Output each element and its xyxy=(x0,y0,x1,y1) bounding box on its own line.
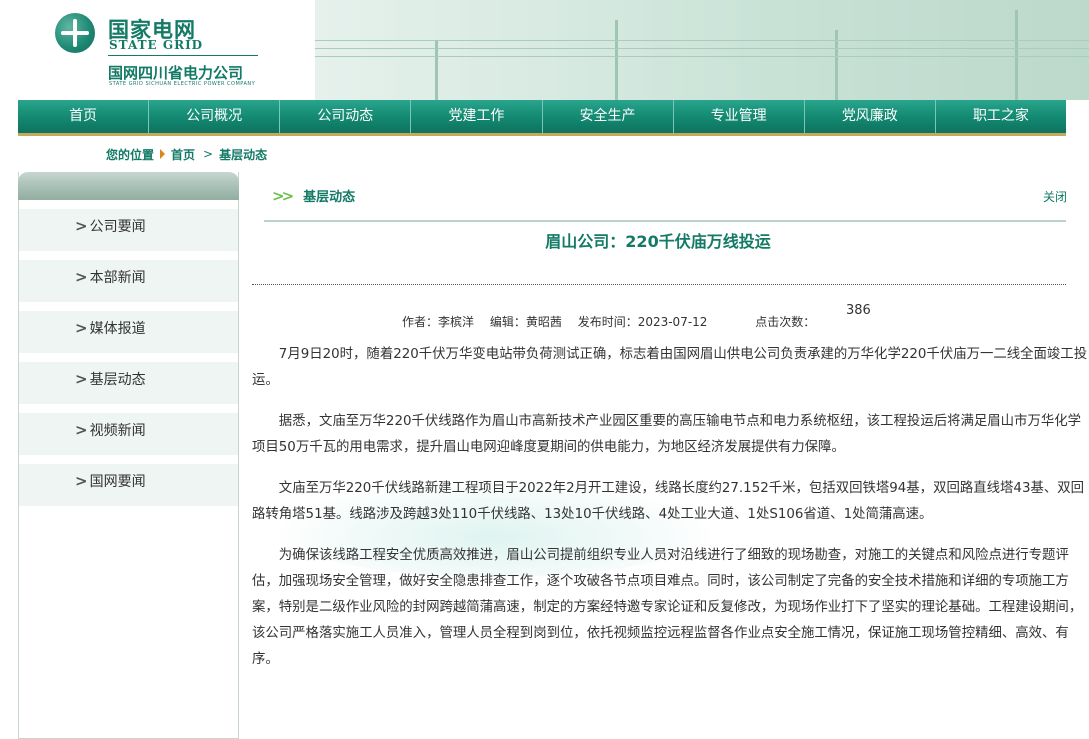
state-grid-logo[interactable]: 国家电网 STATE GRID 国网四川省电力公司 STATE GRID SIC… xyxy=(52,10,312,95)
sidebar-item-media-reports[interactable]: > 媒体报道 xyxy=(19,311,238,353)
breadcrumb-home[interactable]: 首页 xyxy=(171,146,195,163)
sidebar-item-label: 视频新闻 xyxy=(89,423,146,439)
chevron-right-icon: > xyxy=(75,472,88,490)
nav-integrity[interactable]: 党风廉政 xyxy=(805,100,936,133)
breadcrumb-current[interactable]: 基层动态 xyxy=(219,146,267,163)
meta-author: 作者：李槟洋 xyxy=(402,315,475,329)
chevron-right-icon: > xyxy=(75,421,88,439)
logo-en-text: STATE GRID xyxy=(109,38,204,52)
sidebar-item-grassroots-news[interactable]: > 基层动态 xyxy=(19,362,238,404)
nav-home[interactable]: 首页 xyxy=(18,100,150,133)
header-banner-graphic xyxy=(315,0,1089,100)
article-content: >> 基层动态 关闭 眉山公司：220千伏庙万线投运 作者：李槟洋 编辑：黄昭茜… xyxy=(250,172,1089,739)
meta-hits-label: 点击次数： xyxy=(755,315,816,329)
sidebar: > 公司要闻 > 本部新闻 > 媒体报道 > 基层动态 > 视频新闻 > 国网要… xyxy=(18,172,239,739)
company-name: 国网四川省电力公司 xyxy=(108,64,244,82)
article-paragraph: 据悉，文庙至万华220千伏线路作为眉山市高新技术产业园区重要的高压输电节点和电力… xyxy=(252,414,1082,455)
article-title: 眉山公司：220千伏庙万线投运 xyxy=(545,232,771,251)
sidebar-item-hq-news[interactable]: > 本部新闻 xyxy=(19,260,238,302)
sidebar-item-company-news[interactable]: > 公司要闻 xyxy=(19,209,238,251)
nav-staff-home[interactable]: 职工之家 xyxy=(936,100,1066,133)
chevron-right-icon: > xyxy=(203,147,214,161)
main-nav: 首页 公司概况 公司动态 党建工作 安全生产 专业管理 党风廉政 职工之家 xyxy=(18,100,1066,136)
article-paragraph: 7月9日20时，随着220千伏万华变电站带负荷测试正确，标志着由国网眉山供电公司… xyxy=(252,347,1088,388)
chevron-right-icon: > xyxy=(75,319,88,337)
sidebar-header xyxy=(18,172,239,200)
nav-company-news[interactable]: 公司动态 xyxy=(280,100,412,133)
close-link[interactable]: 关闭 xyxy=(1043,188,1067,205)
breadcrumb-label: 您的位置 xyxy=(106,147,155,162)
sidebar-item-sgcc-news[interactable]: > 国网要闻 xyxy=(19,464,238,506)
sidebar-item-label: 公司要闻 xyxy=(89,219,146,235)
article-meta: 作者：李槟洋 编辑：黄昭茜 发布时间：2023-07-12 点击次数： xyxy=(402,313,827,330)
sidebar-item-video-news[interactable]: > 视频新闻 xyxy=(19,413,238,455)
article-body: 7月9日20时，随着220千伏万华变电站带负荷测试正确，标志着由国网眉山供电公司… xyxy=(252,342,1089,688)
chevron-right-icon: > xyxy=(75,217,88,235)
article-paragraph: 文庙至万华220千伏线路新建工程项目于2022年2月开工建设，线路长度约27.1… xyxy=(252,481,1085,522)
chevron-right-icon: > xyxy=(75,268,88,286)
company-name-en: STATE GRID SICHUAN ELECTRIC POWER COMPAN… xyxy=(109,81,256,87)
title-divider xyxy=(252,284,1066,285)
meta-hits-value: 386 xyxy=(846,303,871,318)
sidebar-item-label: 本部新闻 xyxy=(89,270,146,286)
sidebar-item-label: 国网要闻 xyxy=(89,474,146,490)
section-title: 基层动态 xyxy=(303,190,356,205)
section-divider xyxy=(264,220,1066,222)
sidebar-item-label: 媒体报道 xyxy=(89,321,146,337)
nav-safety-production[interactable]: 安全生产 xyxy=(543,100,674,133)
nav-professional-management[interactable]: 专业管理 xyxy=(674,100,805,133)
state-grid-globe-icon xyxy=(55,13,95,53)
article-paragraph: 为确保该线路工程安全优质高效推进，眉山公司提前组织专业人员对沿线进行了细致的现场… xyxy=(252,548,1083,667)
section-header: >> 基层动态 xyxy=(272,186,356,206)
meta-editor: 编辑：黄昭茜 xyxy=(489,315,562,329)
chevron-right-icon: > xyxy=(75,370,88,388)
meta-date: 发布时间：2023-07-12 xyxy=(577,315,708,329)
arrow-right-icon xyxy=(160,149,166,159)
site-header: 国家电网 STATE GRID 国网四川省电力公司 STATE GRID SIC… xyxy=(0,0,1089,100)
double-chevron-icon: >> xyxy=(272,186,294,205)
nav-company-overview[interactable]: 公司概况 xyxy=(149,100,281,133)
nav-party-building[interactable]: 党建工作 xyxy=(411,100,543,133)
sidebar-item-label: 基层动态 xyxy=(89,372,146,388)
breadcrumb: 您的位置 首页 > 基层动态 xyxy=(106,145,267,163)
